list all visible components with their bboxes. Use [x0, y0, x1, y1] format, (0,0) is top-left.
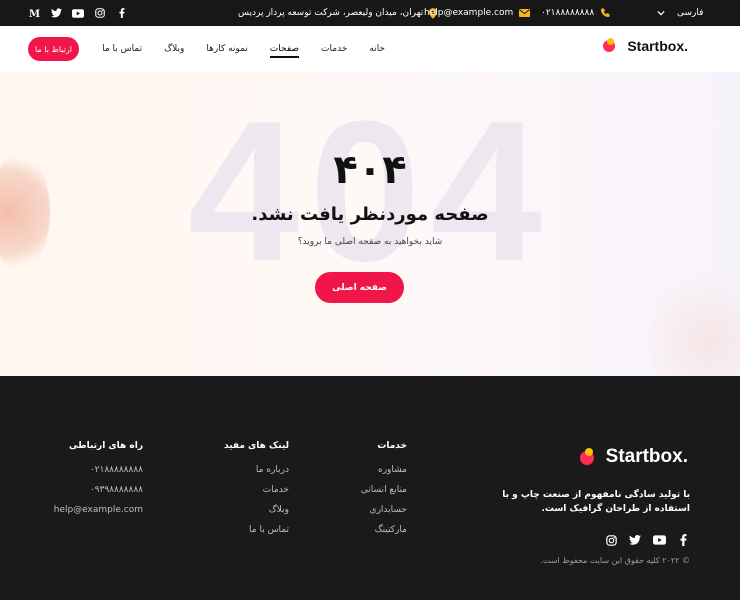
footer-contact-title: راه های ارتباطی	[69, 441, 143, 451]
footer-links-title: لینک های مفید	[224, 441, 289, 451]
youtube-icon[interactable]	[652, 533, 666, 547]
footer-logo-text: Startbox.	[605, 446, 688, 467]
address-text: تهران، میدان ولیعصر، شرکت توسعه پرداز پر…	[238, 8, 424, 18]
topbar-social-links: M	[28, 7, 128, 19]
svg-text:M: M	[29, 9, 40, 18]
phone-text[interactable]: ۰۲۱۸۸۸۸۸۸۸۸	[541, 8, 594, 18]
logo-mark-icon	[603, 38, 619, 54]
medium-icon[interactable]: M	[580, 533, 594, 547]
error-subtitle: شاید بخواهید به صفحه اصلی ما بروید؟	[297, 237, 443, 247]
footer: Startbox. با تولید سادگی نامفهوم از صنعت…	[0, 376, 740, 600]
hero-section: 404 ۴۰۴ صفحه موردنظر یافت نشد. شاید بخوا…	[0, 72, 740, 376]
twitter-icon[interactable]	[628, 533, 642, 547]
home-page-button[interactable]: صفحه اصلی	[315, 272, 404, 303]
footer-description: با تولید سادگی نامفهوم از صنعت چاپ و با …	[502, 490, 690, 515]
language-label[interactable]: فارسی	[677, 8, 703, 18]
topbar-phone[interactable]: ۰۲۱۸۸۸۸۸۸۸۸	[541, 0, 610, 26]
nav-item-home[interactable]: خانه	[369, 44, 385, 54]
footer-column-useful-links: لینک های مفید درباره ما خدمات وبلاگ تماس…	[224, 441, 289, 545]
nav-item-portfolio[interactable]: نمونه کارها	[206, 44, 247, 54]
footer-logo[interactable]: Startbox.	[579, 446, 688, 468]
copyright-text: © ۲۰۲۲ کلیه حقوق این سایت محفوظ است.	[540, 556, 690, 565]
email-text[interactable]: help@example.com	[424, 8, 513, 18]
instagram-icon[interactable]	[604, 533, 618, 547]
contact-us-button[interactable]: ارتباط با ما	[28, 37, 79, 61]
site-logo[interactable]: Startbox.	[603, 38, 688, 54]
error-title: صفحه موردنظر یافت نشد.	[251, 204, 489, 225]
footer-mobile[interactable]: ۰۹۳۹۸۸۸۸۸۸۸	[54, 485, 143, 495]
topbar-email[interactable]: help@example.com	[424, 0, 531, 26]
nav-item-services[interactable]: خدمات	[321, 44, 347, 54]
footer-email[interactable]: help@example.com	[54, 505, 143, 515]
footer-services-title: خدمات	[377, 441, 407, 451]
logo-text: Startbox.	[627, 38, 688, 54]
nav-item-pages[interactable]: صفحات	[269, 44, 300, 58]
twitter-icon[interactable]	[50, 7, 62, 19]
chevron-down-icon	[657, 10, 665, 16]
nav-item-contact[interactable]: تماس با ما	[102, 44, 142, 54]
footer-link[interactable]: حسابداری	[361, 505, 407, 515]
footer-link[interactable]: وبلاگ	[224, 505, 289, 515]
topbar-address: تهران، میدان ولیعصر، شرکت توسعه پرداز پر…	[238, 0, 438, 26]
footer-link[interactable]: خدمات	[224, 485, 289, 495]
footer-social-links: M	[580, 533, 690, 547]
nav-item-blog[interactable]: وبلاگ	[164, 44, 184, 54]
footer-link[interactable]: مشاوره	[361, 465, 407, 475]
footer-logo-mark-icon	[579, 448, 598, 466]
footer-link[interactable]: تماس با ما	[224, 525, 289, 535]
instagram-icon[interactable]	[94, 7, 106, 19]
error-code: ۴۰۴	[333, 147, 407, 193]
footer-link[interactable]: منابع انسانی	[361, 485, 407, 495]
youtube-icon[interactable]	[72, 7, 84, 19]
mail-icon	[519, 9, 531, 17]
main-nav: خانه خدمات صفحات نمونه کارها وبلاگ تماس …	[102, 26, 385, 72]
main-header: Startbox. خانه خدمات صفحات نمونه کارها و…	[0, 26, 740, 72]
footer-column-services: خدمات مشاوره منابع انسانی حسابداری مارکت…	[361, 441, 407, 545]
top-bar: M تهران، میدان ولیعصر، شرکت توسعه پرداز …	[0, 0, 740, 26]
footer-link[interactable]: مارکتینگ	[361, 525, 407, 535]
footer-link[interactable]: درباره ما	[224, 465, 289, 475]
medium-icon[interactable]: M	[28, 7, 40, 19]
facebook-icon[interactable]	[116, 7, 128, 19]
footer-phone[interactable]: ۰۲۱۸۸۸۸۸۸۸۸	[54, 465, 143, 475]
phone-icon	[600, 8, 610, 18]
footer-column-contact: راه های ارتباطی ۰۲۱۸۸۸۸۸۸۸۸ ۰۹۳۹۸۸۸۸۸۸۸ …	[54, 441, 143, 525]
language-selector[interactable]: فارسی	[657, 0, 703, 26]
facebook-icon[interactable]	[676, 533, 690, 547]
